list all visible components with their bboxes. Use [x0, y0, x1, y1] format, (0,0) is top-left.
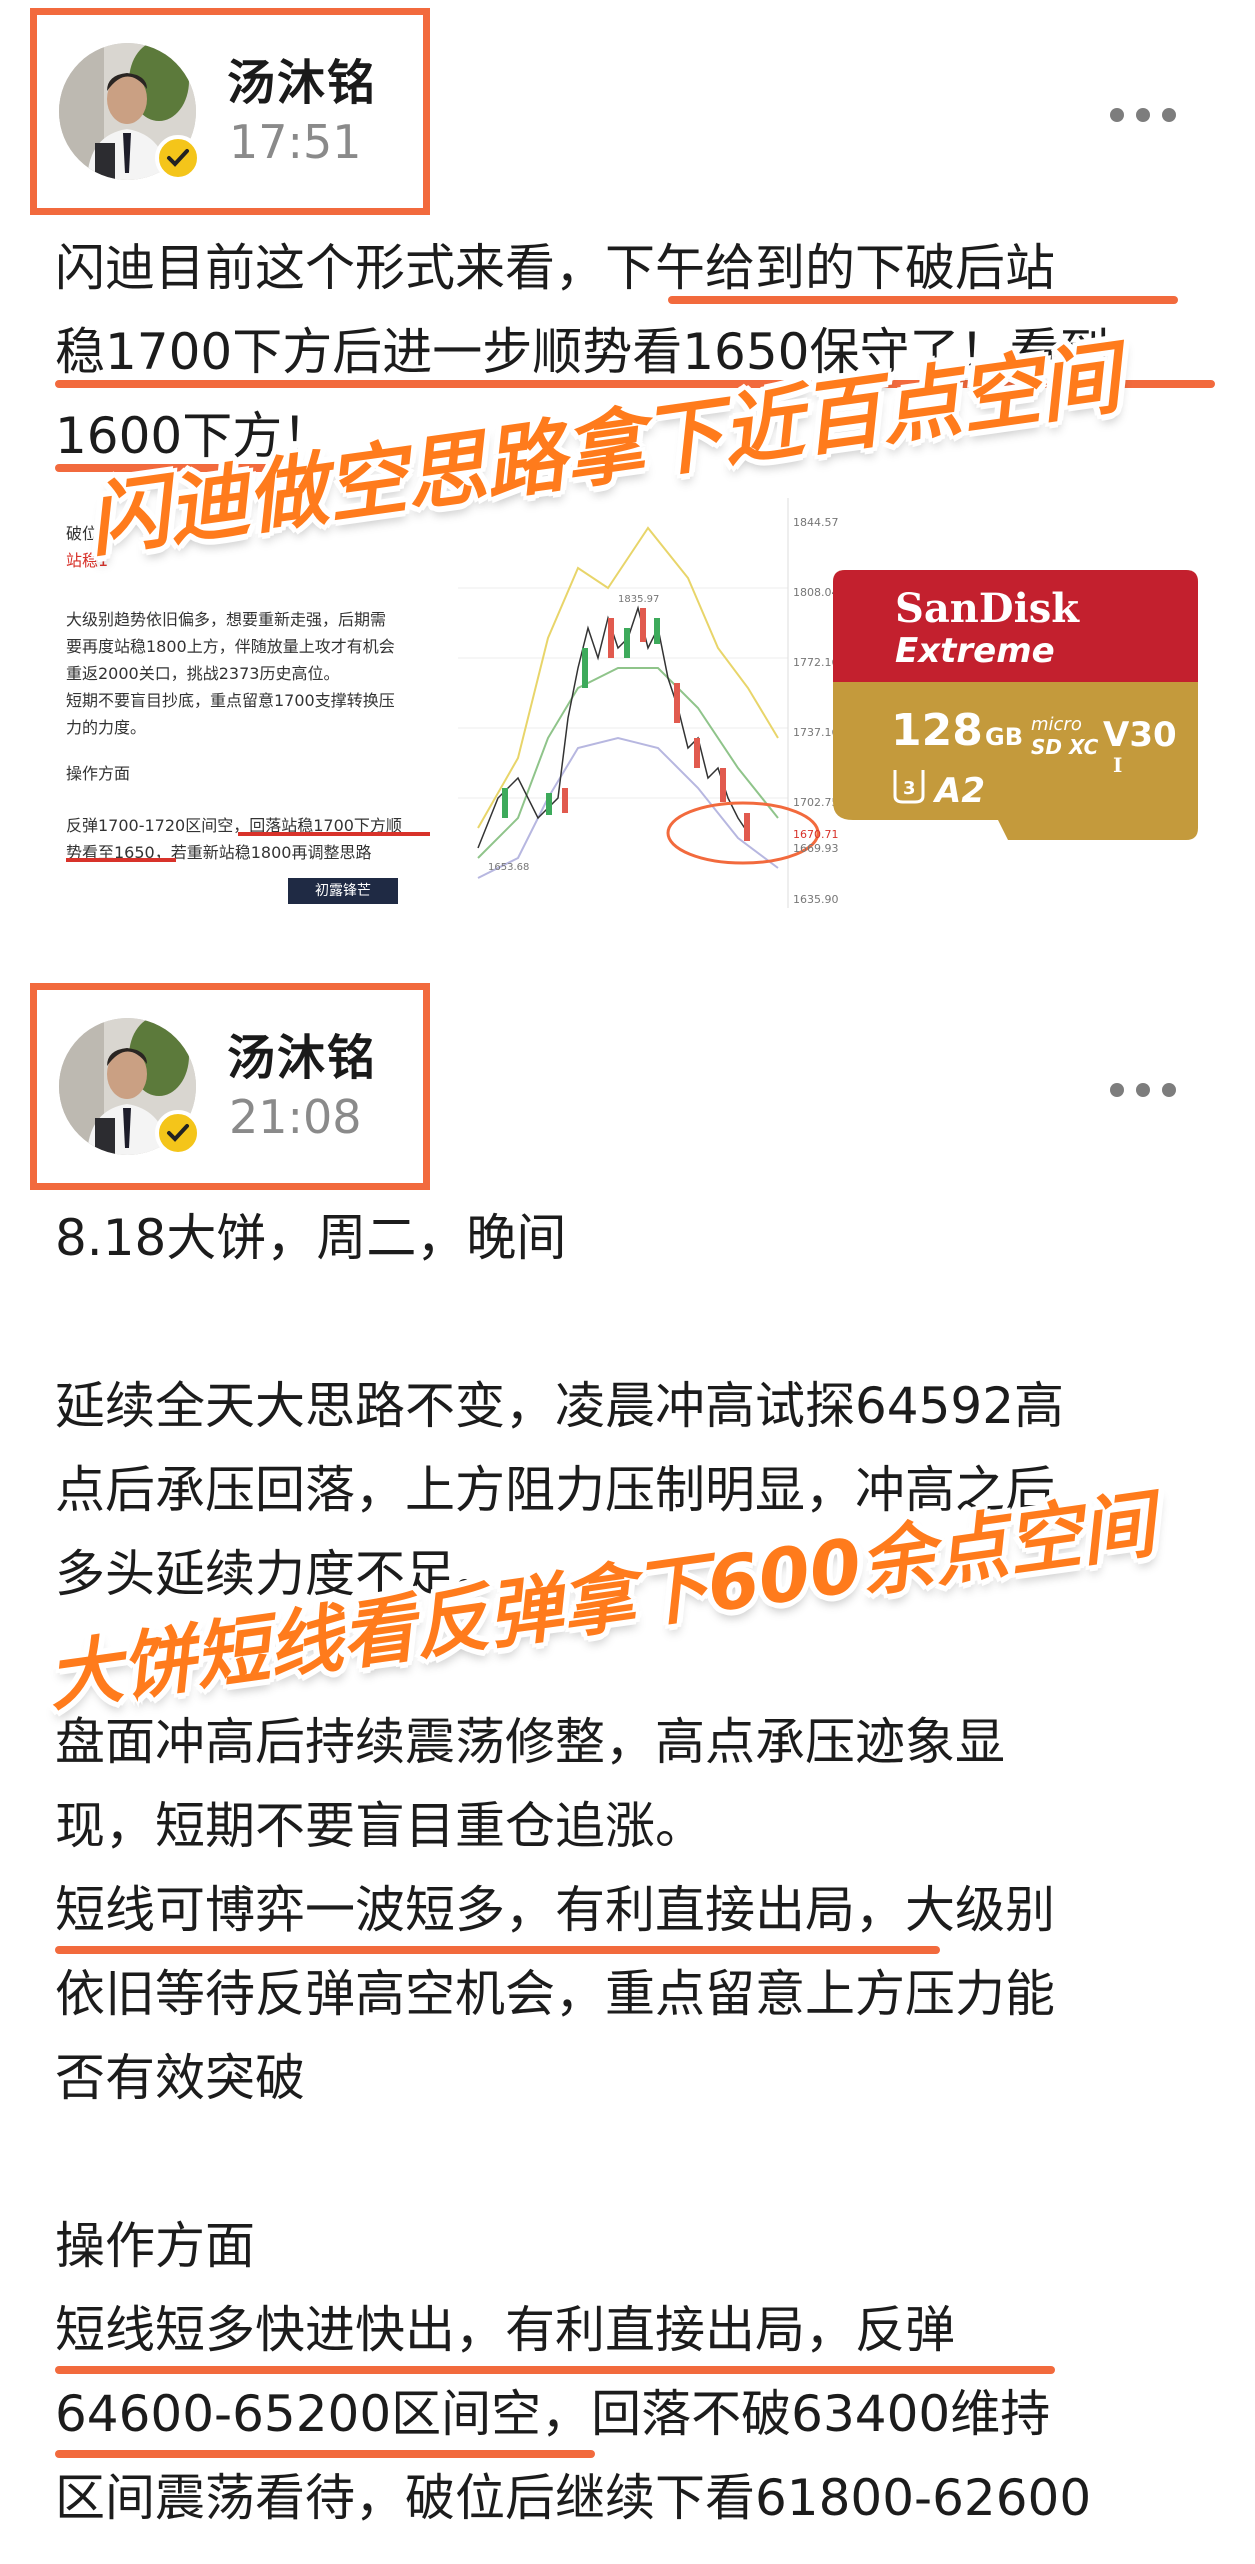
price-label: 1635.90	[793, 893, 839, 906]
text-line	[55, 2120, 1091, 2204]
price-label: 1808.04	[793, 586, 839, 599]
doc-underline	[238, 832, 430, 836]
doc-line: 大级别趋势依旧偏多，想要重新走强，后期需	[66, 610, 387, 629]
doc-underline	[66, 858, 176, 862]
highlight-underline	[668, 296, 1178, 304]
text-line: 依旧等待反弹高空机会，重点留意上方压力能	[55, 1965, 1055, 2023]
post-time: 21:08	[229, 1090, 362, 1144]
doc-badge: 初露锋芒	[288, 878, 398, 904]
doc-line: 要再度站稳1800上方，伴随放量上攻才有机会	[66, 637, 395, 656]
post-header-highlight: 汤沐铭 17:51	[30, 8, 430, 215]
price-label: 1772.16	[793, 656, 839, 669]
username[interactable]: 汤沐铭	[227, 43, 377, 113]
highlight-underline	[55, 2366, 1055, 2374]
card-brand: SanDisk	[895, 585, 1080, 632]
sandisk-card-image: SanDisk Extreme 128 GB micro SD XC V30 I…	[833, 570, 1198, 840]
text-line: 短线短多快进快出，有利直接出局，反弹	[55, 2301, 955, 2359]
post-image-collage[interactable]: 破位， 站稳1 大级别趋势依旧偏多，想要重新走强，后期需 要再度站稳1800上方…	[48, 498, 1198, 908]
card-capacity-unit: GB	[985, 723, 1023, 751]
doc-line: 短期不要盲目抄底，重点留意1700支撑转换压	[66, 691, 395, 710]
text-line	[55, 1280, 1091, 1364]
text-line: 现，短期不要盲目重仓追涨。	[55, 1797, 705, 1855]
card-micro: micro	[1031, 714, 1082, 735]
text-line: 区间震荡看待，破位后继续下看61800-62600	[55, 2469, 1092, 2527]
price-label: 1669.93	[793, 842, 839, 855]
verified-badge-icon	[155, 1110, 201, 1156]
card-line: Extreme	[895, 631, 1055, 671]
price-label: 1702.75	[793, 796, 839, 809]
more-options-icon[interactable]	[1110, 102, 1180, 126]
text-line: 否有效突破	[55, 2049, 305, 2107]
price-label: 1737.16	[793, 726, 839, 739]
card-sdxc: SD XC	[1031, 735, 1099, 759]
chart-inner-label: 1653.68	[488, 862, 529, 873]
post-time: 17:51	[229, 115, 362, 169]
card-u3: 3	[903, 778, 916, 799]
card-capacity: 128	[891, 705, 983, 756]
doc-line: 力的力度。	[66, 718, 147, 737]
text-line: 64600-65200区间空，回落不破63400维持	[55, 2385, 1051, 2443]
verified-badge-icon	[155, 135, 201, 181]
text-line: 操作方面	[55, 2217, 255, 2275]
doc-line: 操作方面	[66, 764, 131, 783]
text-line: 延续全天大思路不变，凌晨冲高试探64592高	[55, 1377, 1065, 1435]
card-class: V30	[1103, 715, 1177, 755]
highlight-underline	[55, 1946, 940, 1954]
post-header-highlight: 汤沐铭 21:08	[30, 983, 430, 1190]
more-options-icon[interactable]	[1110, 1077, 1180, 1101]
highlight-underline	[55, 2450, 595, 2458]
card-roman: I	[1113, 753, 1122, 777]
card-a2: A2	[932, 771, 985, 811]
username[interactable]: 汤沐铭	[227, 1018, 377, 1088]
price-label: 1844.57	[793, 516, 839, 529]
text-line: 8.18大饼，周二，晚间	[55, 1209, 567, 1267]
text-line: 短线可博弈一波短多，有利直接出局，大级别	[55, 1881, 1055, 1939]
price-label: 1670.71	[793, 828, 839, 841]
text-line: 盘面冲高后持续震荡修整，高点承压迹象显	[55, 1713, 1005, 1771]
doc-line: 重返2000关口，挑战2373历史高位。	[66, 664, 340, 683]
candlestick-chart-screenshot: 1844.57 1808.04 1772.16 1737.16 1702.75 …	[458, 498, 843, 908]
post-text: 8.18大饼，周二，晚间 延续全天大思路不变，凌晨冲高试探64592高 点后承压…	[55, 1196, 1091, 2540]
chart-inner-label: 1835.97	[618, 594, 659, 605]
